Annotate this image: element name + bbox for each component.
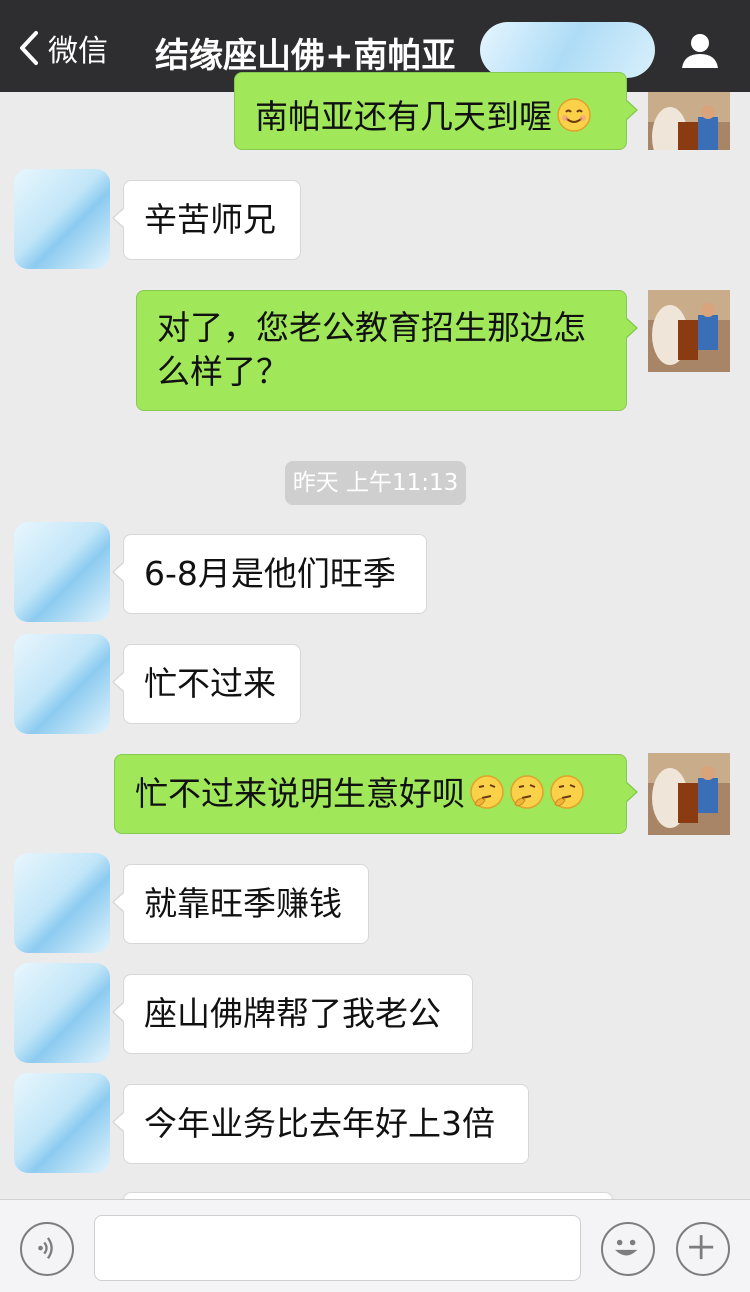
chevron-left-icon bbox=[20, 31, 38, 65]
plus-icon bbox=[689, 1235, 714, 1260]
thinking-emoji-icon bbox=[550, 775, 584, 809]
message-text: 就靠旺季赚钱 bbox=[144, 884, 342, 923]
message-bubble-in[interactable]: 忙不过来 bbox=[112, 644, 301, 724]
my-avatar[interactable] bbox=[648, 753, 730, 835]
title-redaction bbox=[480, 22, 655, 78]
contact-avatar[interactable] bbox=[14, 522, 110, 622]
contact-avatar[interactable] bbox=[14, 634, 110, 734]
message-bubble-out[interactable]: 对了，您老公教育招生那边怎 么样了？ bbox=[136, 290, 638, 411]
message-bubble-out[interactable]: 南帕亚还有几天到喔 bbox=[234, 72, 638, 150]
message-bubble-in[interactable]: 辛苦师兄 bbox=[112, 180, 301, 260]
profile-icon[interactable] bbox=[680, 30, 720, 70]
plus-button[interactable] bbox=[676, 1222, 730, 1276]
voice-icon bbox=[38, 1237, 53, 1259]
avatar-photo-icon bbox=[648, 92, 730, 150]
contact-avatar[interactable] bbox=[14, 853, 110, 953]
contact-avatar[interactable] bbox=[14, 963, 110, 1063]
emoji-icon bbox=[615, 1239, 638, 1256]
emoji-button[interactable] bbox=[601, 1222, 655, 1276]
message-input[interactable] bbox=[94, 1215, 581, 1281]
message-bubble-in[interactable]: 6-8月是他们旺季 bbox=[112, 534, 427, 614]
message-bubble-in[interactable]: 就靠旺季赚钱 bbox=[112, 864, 369, 944]
my-avatar[interactable] bbox=[648, 290, 730, 372]
timestamp: 昨天 上午11:13 bbox=[285, 461, 466, 505]
message-text-line2: 么样了？ bbox=[157, 352, 289, 391]
my-avatar[interactable] bbox=[648, 92, 730, 150]
avatar-photo-icon bbox=[648, 753, 730, 835]
back-button[interactable]: 微信 bbox=[18, 28, 108, 69]
thinking-emoji-icon bbox=[470, 775, 504, 809]
voice-button[interactable] bbox=[20, 1222, 74, 1276]
message-text: 辛苦师兄 bbox=[144, 200, 276, 239]
message-text-line1: 对了，您老公教育招生那边怎 bbox=[157, 308, 586, 347]
message-text: 南帕亚还有几天到喔 bbox=[255, 97, 552, 136]
message-bubble-out[interactable]: 忙不过来说明生意好呗 bbox=[114, 754, 638, 834]
message-bubble-in[interactable]: 今年业务比去年好上3倍 bbox=[112, 1084, 529, 1164]
contact-avatar[interactable] bbox=[14, 169, 110, 269]
contact-avatar[interactable] bbox=[14, 1073, 110, 1173]
back-label: 微信 bbox=[48, 34, 108, 69]
message-bubble-in[interactable]: 座山佛牌帮了我老公 bbox=[112, 974, 473, 1054]
message-text: 今年业务比去年好上3倍 bbox=[144, 1104, 495, 1143]
message-text: 6-8月是他们旺季 bbox=[144, 554, 396, 593]
chat-title: 结缘座山佛+南帕亚 bbox=[155, 36, 456, 76]
avatar-photo-icon bbox=[648, 290, 730, 372]
message-text: 忙不过来 bbox=[144, 664, 276, 703]
message-text: 忙不过来说明生意好呗 bbox=[135, 774, 465, 813]
input-bar bbox=[0, 1199, 750, 1292]
message-text: 座山佛牌帮了我老公 bbox=[144, 994, 441, 1033]
smile-emoji-icon bbox=[557, 98, 591, 132]
thinking-emoji-icon bbox=[510, 775, 544, 809]
